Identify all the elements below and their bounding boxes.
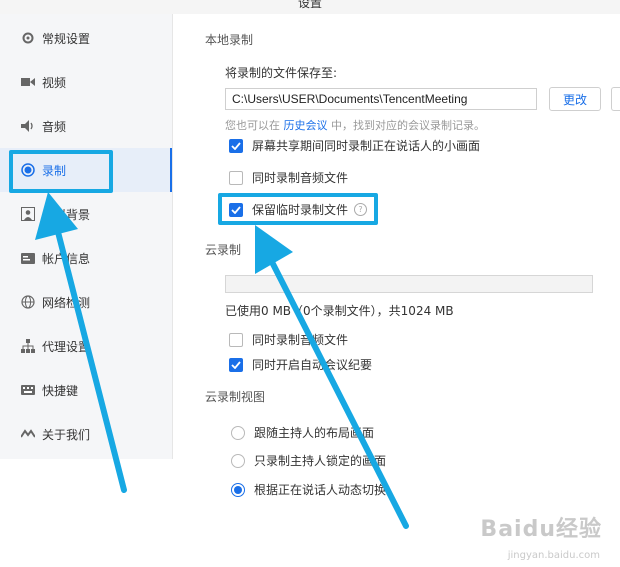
sidebar-item-label: 音频: [42, 119, 67, 134]
save-path-input[interactable]: [225, 88, 537, 110]
logo-icon: [20, 426, 36, 442]
checkbox-checked[interactable]: [229, 202, 243, 217]
radio-label: 跟随主持人的布局画面: [254, 426, 375, 440]
settings-sidebar: 常规设置 视频 音频 录制 虚拟背景 帐户信息 网络检测 代理设置 快捷键 关于…: [0, 14, 173, 459]
option-label: 同时开启自动会议纪要: [252, 358, 373, 372]
speaker-icon: [20, 118, 36, 134]
option-auto-minutes[interactable]: 同时开启自动会议纪要: [229, 356, 372, 373]
video-camera-icon: [20, 74, 36, 90]
option-label: 同时录制音频文件: [252, 333, 349, 347]
globe-icon: [20, 294, 36, 310]
sidebar-item-proxy[interactable]: 代理设置: [0, 324, 172, 368]
radio-unselected[interactable]: [231, 425, 245, 440]
checkbox-checked[interactable]: [229, 138, 243, 153]
radio-selected[interactable]: [231, 482, 245, 497]
cloud-recording-title: 云录制: [205, 243, 242, 257]
sidebar-item-label: 常规设置: [42, 31, 91, 46]
history-hint: 您也可以在 历史会议 中，找到对应的会议录制记录。: [225, 117, 485, 133]
gear-icon: [20, 30, 36, 46]
history-meetings-link[interactable]: 历史会议: [284, 119, 328, 132]
option-record-audio-cloud[interactable]: 同时录制音频文件: [229, 331, 348, 348]
save-to-label: 将录制的文件保存至:: [225, 66, 338, 80]
cloud-storage-progress: [225, 275, 593, 293]
sidebar-item-label: 帐户信息: [42, 251, 91, 266]
sidebar-item-network-test[interactable]: 网络检测: [0, 280, 172, 324]
window-title: 设置: [0, 0, 620, 14]
sidebar-item-account[interactable]: 帐户信息: [0, 236, 172, 280]
sidebar-item-about[interactable]: 关于我们: [0, 412, 172, 456]
sidebar-item-label: 录制: [42, 163, 67, 178]
keyboard-icon: [20, 382, 36, 398]
sidebar-item-recording[interactable]: 录制: [0, 148, 172, 192]
option-screenshare-speaker[interactable]: 屏幕共享期间同时录制正在说话人的小画面: [229, 137, 480, 154]
help-icon[interactable]: ?: [354, 203, 368, 216]
hint-prefix: 您也可以在: [225, 119, 280, 132]
local-recording-title: 本地录制: [205, 33, 254, 47]
sidebar-item-video[interactable]: 视频: [0, 60, 172, 104]
hint-suffix: 中，找到对应的会议录制记录。: [331, 119, 485, 132]
sidebar-item-label: 网络检测: [42, 295, 91, 310]
change-path-button[interactable]: 更改: [549, 87, 601, 111]
option-label: 屏幕共享期间同时录制正在说话人的小画面: [252, 139, 481, 153]
cloud-view-title: 云录制视图: [205, 390, 266, 404]
sidebar-item-label: 视频: [42, 75, 67, 90]
checkbox-unchecked[interactable]: [229, 332, 243, 347]
sidebar-item-shortcuts[interactable]: 快捷键: [0, 368, 172, 412]
checkbox-unchecked[interactable]: [229, 170, 243, 185]
radio-label: 根据正在说话人动态切换: [254, 483, 387, 497]
option-label: 同时录制音频文件: [252, 171, 349, 185]
open-folder-button[interactable]: [611, 87, 620, 111]
sidebar-item-label: 关于我们: [42, 427, 91, 442]
sidebar-item-virtual-background[interactable]: 虚拟背景: [0, 192, 172, 236]
sidebar-item-label: 快捷键: [42, 383, 79, 398]
cloud-usage-text: 已使用0 MB（0个录制文件），共1024 MB: [225, 304, 454, 318]
watermark-url: jingyan.baidu.com: [507, 550, 600, 561]
sidebar-item-label: 代理设置: [42, 339, 91, 354]
recording-settings-panel: 本地录制 将录制的文件保存至: 更改 您也可以在 历史会议 中，找到对应的会议录…: [173, 14, 620, 567]
sidebar-item-general[interactable]: 常规设置: [0, 16, 172, 60]
radio-follow-host-layout[interactable]: 跟随主持人的布局画面: [231, 424, 374, 441]
person-background-icon: [20, 206, 36, 222]
option-label: 保留临时录制文件: [252, 203, 349, 217]
radio-speaker-switch[interactable]: 根据正在说话人动态切换: [231, 481, 386, 498]
id-card-icon: [20, 250, 36, 266]
record-icon: [20, 162, 36, 178]
network-tree-icon: [20, 338, 36, 354]
option-record-audio-local[interactable]: 同时录制音频文件: [229, 169, 348, 186]
sidebar-item-label: 虚拟背景: [42, 207, 91, 222]
radio-host-locked-screen[interactable]: 只录制主持人锁定的画面: [231, 452, 386, 469]
sidebar-item-audio[interactable]: 音频: [0, 104, 172, 148]
option-keep-temp-files[interactable]: 保留临时录制文件 ?: [229, 201, 368, 218]
watermark-logo: Baidu经验: [480, 517, 602, 542]
checkbox-checked[interactable]: [229, 357, 243, 372]
radio-unselected[interactable]: [231, 453, 245, 468]
radio-label: 只录制主持人锁定的画面: [254, 454, 387, 468]
